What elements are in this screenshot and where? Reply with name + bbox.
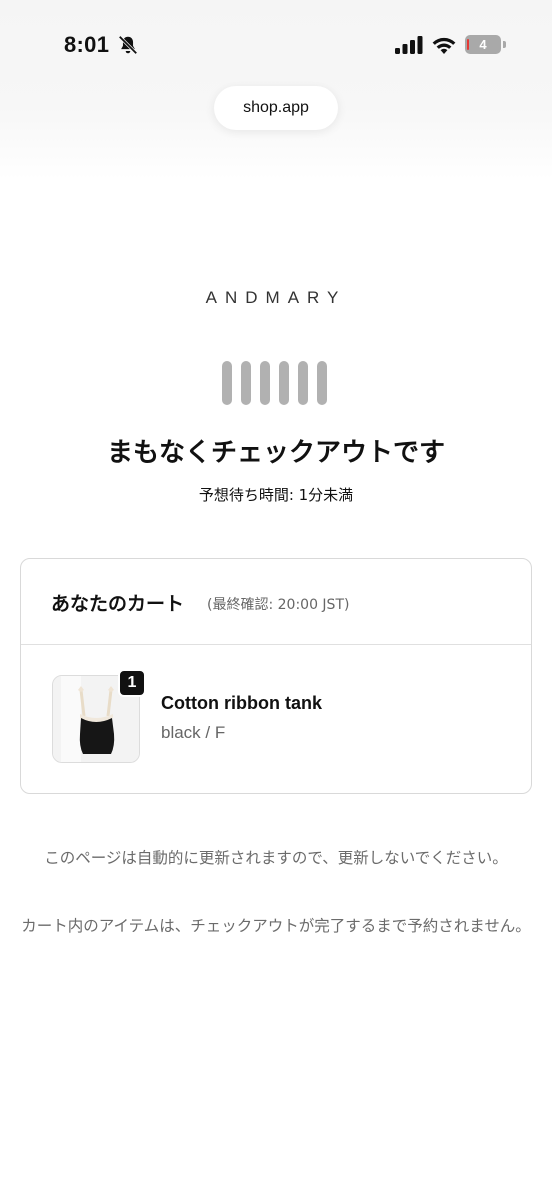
cart-last-checked: (最終確認: 20:00 JST) (207, 597, 350, 613)
reservation-notice: カート内のアイテムは、チェックアウトが完了するまで予約されません。 (21, 917, 531, 935)
quantity-badge: 1 (118, 669, 146, 697)
queue-page: 8:01 4 shop.app ANDMARY まもなくチェックアウトです 予想… (0, 0, 552, 1200)
signal-icon (395, 36, 423, 54)
cart-header: あなたのカート (最終確認: 20:00 JST) (21, 559, 531, 645)
loader-bar (298, 361, 308, 405)
queue-loader (222, 361, 330, 405)
queue-headline: まもなくチェックアウトです (106, 438, 445, 468)
battery-cap (503, 41, 506, 48)
brand-logo: ANDMARY (205, 288, 347, 307)
loader-bar (222, 361, 232, 405)
loader-bar (279, 361, 289, 405)
url-bar[interactable]: shop.app (214, 86, 338, 130)
status-time: 8:01 (64, 32, 110, 57)
loader-bar (241, 361, 251, 405)
cart-card: あなたのカート (最終確認: 20:00 JST) 1 Cotton ribbo… (20, 558, 532, 794)
cart-title: あなたのカート (51, 593, 185, 615)
loader-bar (317, 361, 327, 405)
no-refresh-notice: このページは自動的に更新されますので、更新しないでください。 (44, 849, 508, 867)
status-bar: 8:01 4 (0, 28, 552, 64)
cart-item-name: Cotton ribbon tank (161, 693, 322, 713)
battery-icon: 4 (465, 35, 501, 54)
battery-low-indicator (467, 39, 469, 50)
wait-time: 予想待ち時間: 1分未満 (198, 486, 354, 504)
wifi-icon (432, 37, 456, 54)
battery-level: 4 (479, 37, 487, 52)
bell-off-icon (118, 35, 138, 55)
loader-bar (260, 361, 270, 405)
cart-item-variant: black / F (161, 723, 226, 742)
